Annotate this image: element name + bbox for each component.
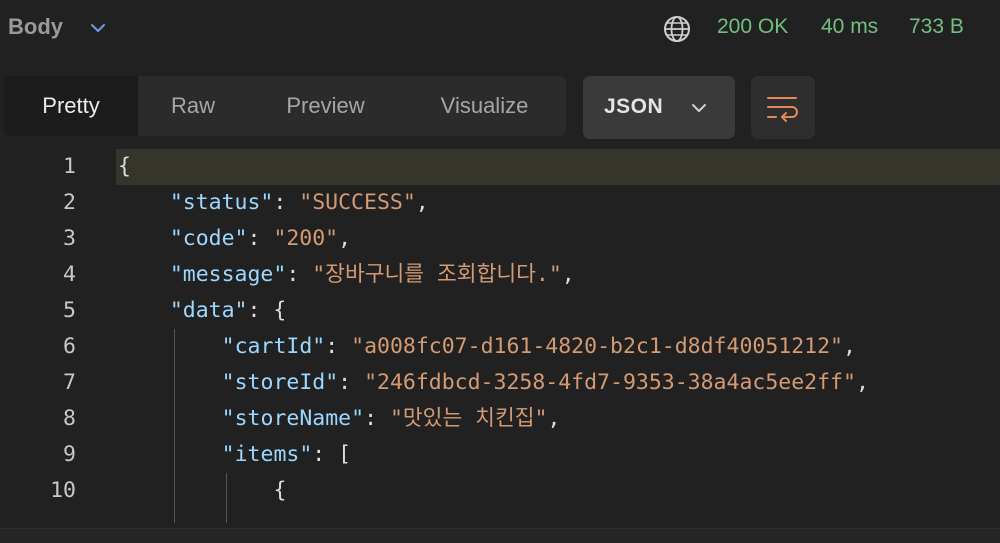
json-string-value: "맛있는 치킨집" bbox=[389, 406, 548, 431]
code-line[interactable]: 1{ bbox=[0, 149, 1000, 185]
code-line-content: "data": { bbox=[169, 298, 287, 323]
tab-preview[interactable]: Preview bbox=[248, 76, 403, 136]
line-number: 4 bbox=[63, 262, 76, 287]
code-line[interactable]: 10 { bbox=[0, 473, 1000, 509]
code-line[interactable]: 5 "data": { bbox=[0, 293, 1000, 329]
json-string-value: "SUCCESS" bbox=[299, 190, 416, 215]
json-key: "status" bbox=[169, 190, 274, 215]
json-key: "items" bbox=[221, 442, 313, 467]
code-line-content: "storeId": "246fdbcd-3258-4fd7-9353-38a4… bbox=[221, 370, 869, 395]
code-line-content: "code": "200", bbox=[169, 226, 352, 251]
line-number: 9 bbox=[63, 442, 76, 467]
line-number: 5 bbox=[63, 298, 76, 323]
editor-footer bbox=[0, 528, 1000, 543]
wrap-lines-icon bbox=[767, 97, 798, 122]
code-line[interactable]: 2 "status": "SUCCESS", bbox=[0, 185, 1000, 221]
code-line-content: "cartId": "a008fc07-d161-4820-b2c1-d8df4… bbox=[221, 334, 856, 359]
json-key: "cartId" bbox=[221, 334, 326, 359]
chevron-down-icon[interactable] bbox=[88, 18, 108, 38]
code-line[interactable]: 3 "code": "200", bbox=[0, 221, 1000, 257]
json-string-value: "200" bbox=[273, 226, 339, 251]
code-line-content: { bbox=[116, 149, 1000, 185]
code-line-content: "status": "SUCCESS", bbox=[169, 190, 429, 215]
json-key: "storeId" bbox=[221, 370, 339, 395]
json-code-editor[interactable]: 1{2 "status": "SUCCESS", 3 "code": "200", 4 "… bbox=[0, 148, 1000, 523]
code-line[interactable]: 6 "cartId": "a008fc07-d161-4820-b2c1-d8df… bbox=[0, 329, 1000, 365]
json-bracket: [ bbox=[338, 442, 352, 467]
line-number: 7 bbox=[63, 370, 76, 395]
status-badge[interactable]: 200 OK bbox=[717, 15, 788, 39]
indent-guide bbox=[173, 329, 175, 523]
body-section-label: Body bbox=[8, 14, 63, 39]
response-header: Body 200 OK 40 ms 733 B bbox=[0, 0, 1000, 58]
tab-pretty[interactable]: Pretty bbox=[4, 76, 138, 136]
format-select[interactable]: JSON bbox=[583, 76, 735, 139]
line-number: 1 bbox=[63, 154, 76, 179]
format-select-value: JSON bbox=[604, 95, 664, 118]
json-key: "storeName" bbox=[221, 406, 365, 431]
wrap-lines-button[interactable] bbox=[751, 76, 815, 139]
globe-icon[interactable] bbox=[662, 14, 692, 44]
code-line-content: "message": "장바구니를 조회합니다.", bbox=[169, 262, 575, 287]
json-string-value: "장바구니를 조회합니다." bbox=[312, 262, 562, 287]
code-line[interactable]: 4 "message": "장바구니를 조회합니다.", bbox=[0, 257, 1000, 293]
view-tabs: Pretty Raw Preview Visualize bbox=[4, 76, 566, 136]
line-number: 2 bbox=[63, 190, 76, 215]
code-line-content: "items": [ bbox=[221, 442, 352, 467]
json-string-value: "a008fc07-d161-4820-b2c1-d8df40051212" bbox=[351, 334, 844, 359]
code-line-content: "storeName": "맛있는 치킨집", bbox=[221, 406, 561, 431]
json-key: "data" bbox=[169, 298, 248, 323]
line-number: 10 bbox=[50, 478, 76, 503]
code-line[interactable]: 8 "storeName": "맛있는 치킨집", bbox=[0, 401, 1000, 437]
code-line[interactable]: 7 "storeId": "246fdbcd-3258-4fd7-9353-38a… bbox=[0, 365, 1000, 401]
json-bracket: { bbox=[273, 298, 287, 323]
response-time[interactable]: 40 ms bbox=[821, 15, 878, 39]
tab-raw[interactable]: Raw bbox=[138, 76, 248, 136]
tab-visualize[interactable]: Visualize bbox=[403, 76, 566, 136]
json-bracket: { bbox=[273, 478, 287, 503]
response-size[interactable]: 733 B bbox=[909, 15, 964, 39]
chevron-down-icon bbox=[692, 104, 706, 112]
code-line[interactable]: 9 "items": [ bbox=[0, 437, 1000, 473]
json-string-value: "246fdbcd-3258-4fd7-9353-38a4ac5ee2ff" bbox=[364, 370, 856, 395]
json-bracket: { bbox=[118, 154, 131, 179]
code-line-content: { bbox=[116, 473, 1000, 509]
line-number: 6 bbox=[63, 334, 76, 359]
line-number: 8 bbox=[63, 406, 76, 431]
indent-guide bbox=[225, 473, 227, 523]
json-key: "code" bbox=[169, 226, 248, 251]
line-number: 3 bbox=[63, 226, 76, 251]
json-key: "message" bbox=[169, 262, 287, 287]
